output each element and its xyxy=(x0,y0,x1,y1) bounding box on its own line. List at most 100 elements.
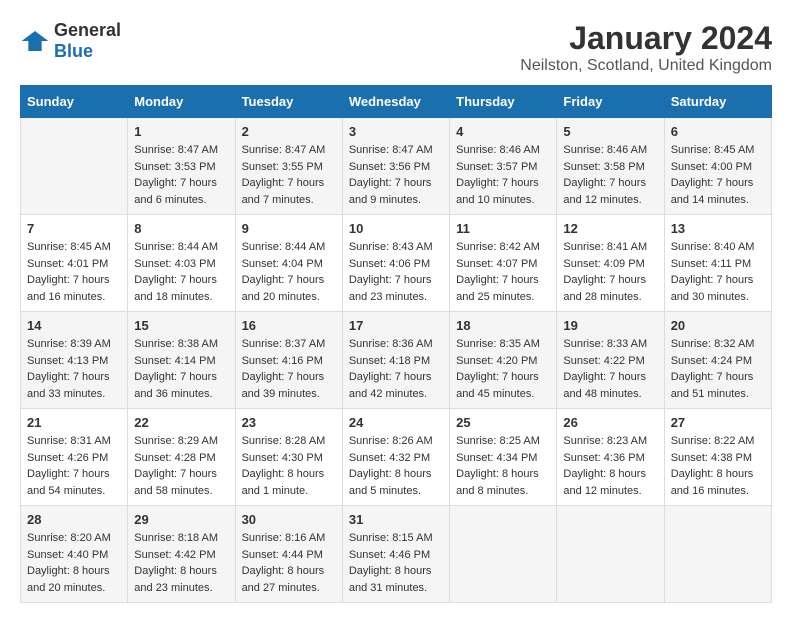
day-cell xyxy=(450,506,557,603)
cell-text: Sunrise: 8:32 AMSunset: 4:24 PMDaylight:… xyxy=(671,338,755,400)
day-cell: 21 Sunrise: 8:31 AMSunset: 4:26 PMDayligh… xyxy=(21,409,128,506)
day-number: 31 xyxy=(349,512,443,527)
day-cell: 9Sunrise: 8:44 AMSunset: 4:04 PMDaylight… xyxy=(235,215,342,312)
calendar-table: SundayMondayTuesdayWednesdayThursdayFrid… xyxy=(20,85,772,603)
header-day: Thursday xyxy=(450,86,557,118)
day-cell: 11 Sunrise: 8:42 AMSunset: 4:07 PMDayligh… xyxy=(450,215,557,312)
day-number: 21 xyxy=(27,415,121,430)
day-number: 27 xyxy=(671,415,765,430)
cell-text: Sunrise: 8:47 AMSunset: 3:55 PMDaylight:… xyxy=(242,144,326,206)
header-day: Saturday xyxy=(664,86,771,118)
cell-text: Sunrise: 8:15 AMSunset: 4:46 PMDaylight:… xyxy=(349,532,433,594)
day-cell: 4 Sunrise: 8:46 AMSunset: 3:57 PMDaylight… xyxy=(450,118,557,215)
logo-general: General xyxy=(54,20,121,40)
cell-text: Sunrise: 8:28 AMSunset: 4:30 PMDaylight:… xyxy=(242,435,326,497)
cell-text: Sunrise: 8:40 AMSunset: 4:11 PMDaylight:… xyxy=(671,241,755,303)
day-cell: 19Sunrise: 8:33 AMSunset: 4:22 PMDayligh… xyxy=(557,312,664,409)
week-row: 21 Sunrise: 8:31 AMSunset: 4:26 PMDayligh… xyxy=(21,409,772,506)
cell-text: Sunrise: 8:36 AMSunset: 4:18 PMDaylight:… xyxy=(349,338,433,400)
day-cell: 25 Sunrise: 8:25 AMSunset: 4:34 PMDayligh… xyxy=(450,409,557,506)
day-number: 24 xyxy=(349,415,443,430)
day-cell: 6 Sunrise: 8:45 AMSunset: 4:00 PMDaylight… xyxy=(664,118,771,215)
cell-text: Sunrise: 8:22 AMSunset: 4:38 PMDaylight:… xyxy=(671,435,755,497)
day-cell xyxy=(21,118,128,215)
day-number: 17 xyxy=(349,318,443,333)
day-number: 11 xyxy=(456,221,550,236)
cell-text: Sunrise: 8:45 AMSunset: 4:01 PMDaylight:… xyxy=(27,241,111,303)
cell-text: Sunrise: 8:47 AMSunset: 3:53 PMDaylight:… xyxy=(134,144,218,206)
day-cell: 7 Sunrise: 8:45 AMSunset: 4:01 PMDaylight… xyxy=(21,215,128,312)
header-day: Tuesday xyxy=(235,86,342,118)
cell-text: Sunrise: 8:20 AMSunset: 4:40 PMDaylight:… xyxy=(27,532,111,594)
cell-text: Sunrise: 8:25 AMSunset: 4:34 PMDaylight:… xyxy=(456,435,540,497)
day-cell xyxy=(664,506,771,603)
week-row: 28 Sunrise: 8:20 AMSunset: 4:40 PMDayligh… xyxy=(21,506,772,603)
header-day: Friday xyxy=(557,86,664,118)
cell-text: Sunrise: 8:18 AMSunset: 4:42 PMDaylight:… xyxy=(134,532,218,594)
day-cell: 28 Sunrise: 8:20 AMSunset: 4:40 PMDayligh… xyxy=(21,506,128,603)
cell-text: Sunrise: 8:46 AMSunset: 3:57 PMDaylight:… xyxy=(456,144,540,206)
day-cell: 27 Sunrise: 8:22 AMSunset: 4:38 PMDayligh… xyxy=(664,409,771,506)
week-row: 1 Sunrise: 8:47 AMSunset: 3:53 PMDaylight… xyxy=(21,118,772,215)
cell-text: Sunrise: 8:44 AMSunset: 4:03 PMDaylight:… xyxy=(134,241,218,303)
day-cell: 3 Sunrise: 8:47 AMSunset: 3:56 PMDaylight… xyxy=(342,118,449,215)
day-cell: 30Sunrise: 8:16 AMSunset: 4:44 PMDayligh… xyxy=(235,506,342,603)
cell-text: Sunrise: 8:33 AMSunset: 4:22 PMDaylight:… xyxy=(563,338,647,400)
day-number: 1 xyxy=(134,124,228,139)
day-cell: 24 Sunrise: 8:26 AMSunset: 4:32 PMDayligh… xyxy=(342,409,449,506)
header-row: SundayMondayTuesdayWednesdayThursdayFrid… xyxy=(21,86,772,118)
day-number: 5 xyxy=(563,124,657,139)
day-number: 13 xyxy=(671,221,765,236)
cell-text: Sunrise: 8:44 AMSunset: 4:04 PMDaylight:… xyxy=(242,241,326,303)
day-number: 12 xyxy=(563,221,657,236)
cell-text: Sunrise: 8:26 AMSunset: 4:32 PMDaylight:… xyxy=(349,435,433,497)
day-number: 3 xyxy=(349,124,443,139)
day-number: 16 xyxy=(242,318,336,333)
day-number: 10 xyxy=(349,221,443,236)
day-cell: 31 Sunrise: 8:15 AMSunset: 4:46 PMDayligh… xyxy=(342,506,449,603)
day-number: 23 xyxy=(242,415,336,430)
cell-text: Sunrise: 8:42 AMSunset: 4:07 PMDaylight:… xyxy=(456,241,540,303)
day-number: 15 xyxy=(134,318,228,333)
day-cell: 14Sunrise: 8:39 AMSunset: 4:13 PMDayligh… xyxy=(21,312,128,409)
day-cell: 15Sunrise: 8:38 AMSunset: 4:14 PMDayligh… xyxy=(128,312,235,409)
week-row: 7 Sunrise: 8:45 AMSunset: 4:01 PMDaylight… xyxy=(21,215,772,312)
day-number: 7 xyxy=(27,221,121,236)
day-cell: 23 Sunrise: 8:28 AMSunset: 4:30 PMDayligh… xyxy=(235,409,342,506)
day-number: 28 xyxy=(27,512,121,527)
cell-text: Sunrise: 8:35 AMSunset: 4:20 PMDaylight:… xyxy=(456,338,540,400)
day-cell: 5Sunrise: 8:46 AMSunset: 3:58 PMDaylight… xyxy=(557,118,664,215)
logo-text: General Blue xyxy=(54,20,121,62)
day-number: 30 xyxy=(242,512,336,527)
cell-text: Sunrise: 8:29 AMSunset: 4:28 PMDaylight:… xyxy=(134,435,218,497)
header-day: Wednesday xyxy=(342,86,449,118)
subtitle: Neilston, Scotland, United Kingdom xyxy=(520,57,772,75)
day-cell: 18Sunrise: 8:35 AMSunset: 4:20 PMDayligh… xyxy=(450,312,557,409)
logo: General Blue xyxy=(20,20,121,62)
day-cell: 20Sunrise: 8:32 AMSunset: 4:24 PMDayligh… xyxy=(664,312,771,409)
cell-text: Sunrise: 8:45 AMSunset: 4:00 PMDaylight:… xyxy=(671,144,755,206)
title-area: January 2024 Neilston, Scotland, United … xyxy=(520,20,772,75)
day-number: 8 xyxy=(134,221,228,236)
day-cell: 10 Sunrise: 8:43 AMSunset: 4:06 PMDayligh… xyxy=(342,215,449,312)
day-number: 25 xyxy=(456,415,550,430)
cell-text: Sunrise: 8:31 AMSunset: 4:26 PMDaylight:… xyxy=(27,435,111,497)
day-cell: 12Sunrise: 8:41 AMSunset: 4:09 PMDayligh… xyxy=(557,215,664,312)
day-cell: 8 Sunrise: 8:44 AMSunset: 4:03 PMDaylight… xyxy=(128,215,235,312)
day-number: 4 xyxy=(456,124,550,139)
day-cell: 26Sunrise: 8:23 AMSunset: 4:36 PMDayligh… xyxy=(557,409,664,506)
day-number: 6 xyxy=(671,124,765,139)
day-cell xyxy=(557,506,664,603)
day-cell: 1 Sunrise: 8:47 AMSunset: 3:53 PMDaylight… xyxy=(128,118,235,215)
header: General Blue January 2024 Neilston, Scot… xyxy=(20,20,772,75)
day-number: 22 xyxy=(134,415,228,430)
cell-text: Sunrise: 8:39 AMSunset: 4:13 PMDaylight:… xyxy=(27,338,111,400)
cell-text: Sunrise: 8:43 AMSunset: 4:06 PMDaylight:… xyxy=(349,241,433,303)
header-day: Sunday xyxy=(21,86,128,118)
header-day: Monday xyxy=(128,86,235,118)
cell-text: Sunrise: 8:47 AMSunset: 3:56 PMDaylight:… xyxy=(349,144,433,206)
day-number: 2 xyxy=(242,124,336,139)
generalblue-logo-icon xyxy=(20,29,50,53)
day-cell: 22 Sunrise: 8:29 AMSunset: 4:28 PMDayligh… xyxy=(128,409,235,506)
main-title: January 2024 xyxy=(520,20,772,57)
